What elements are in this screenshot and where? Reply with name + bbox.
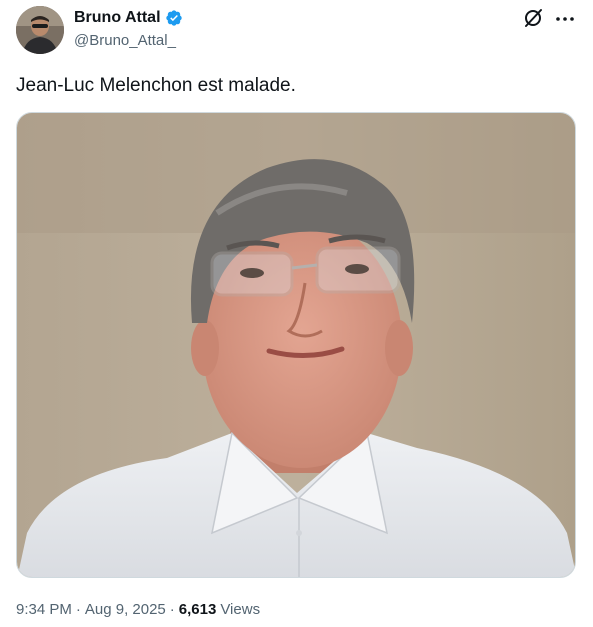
grok-icon[interactable]	[522, 7, 544, 29]
meta-separator: ·	[169, 601, 175, 618]
tweet-photo[interactable]	[16, 112, 576, 578]
author-handle[interactable]: @Bruno_Attal_	[74, 31, 176, 51]
views-label: Views	[220, 601, 261, 618]
tweet-meta: 9:34 PM · Aug 9, 2025 · 6,613 Views	[16, 600, 260, 620]
avatar-photo	[16, 6, 64, 54]
tweet-card: Bruno Attal @Bruno_Attal_ Jean-Luc Melen…	[0, 0, 593, 627]
tweet-text: Jean-Luc Melenchon est malade.	[16, 75, 296, 96]
tweet-date[interactable]: Aug 9, 2025	[85, 600, 166, 620]
more-options-icon[interactable]	[554, 8, 576, 30]
verified-badge-icon[interactable]	[165, 9, 183, 27]
author-name-text[interactable]: Bruno Attal	[74, 8, 161, 28]
avatar[interactable]	[16, 6, 64, 54]
views-count: 6,613	[178, 601, 217, 618]
portrait-photo	[17, 113, 575, 577]
meta-separator: ·	[75, 601, 81, 618]
author-name[interactable]: Bruno Attal	[74, 8, 183, 28]
tweet-time[interactable]: 9:34 PM	[16, 600, 72, 620]
